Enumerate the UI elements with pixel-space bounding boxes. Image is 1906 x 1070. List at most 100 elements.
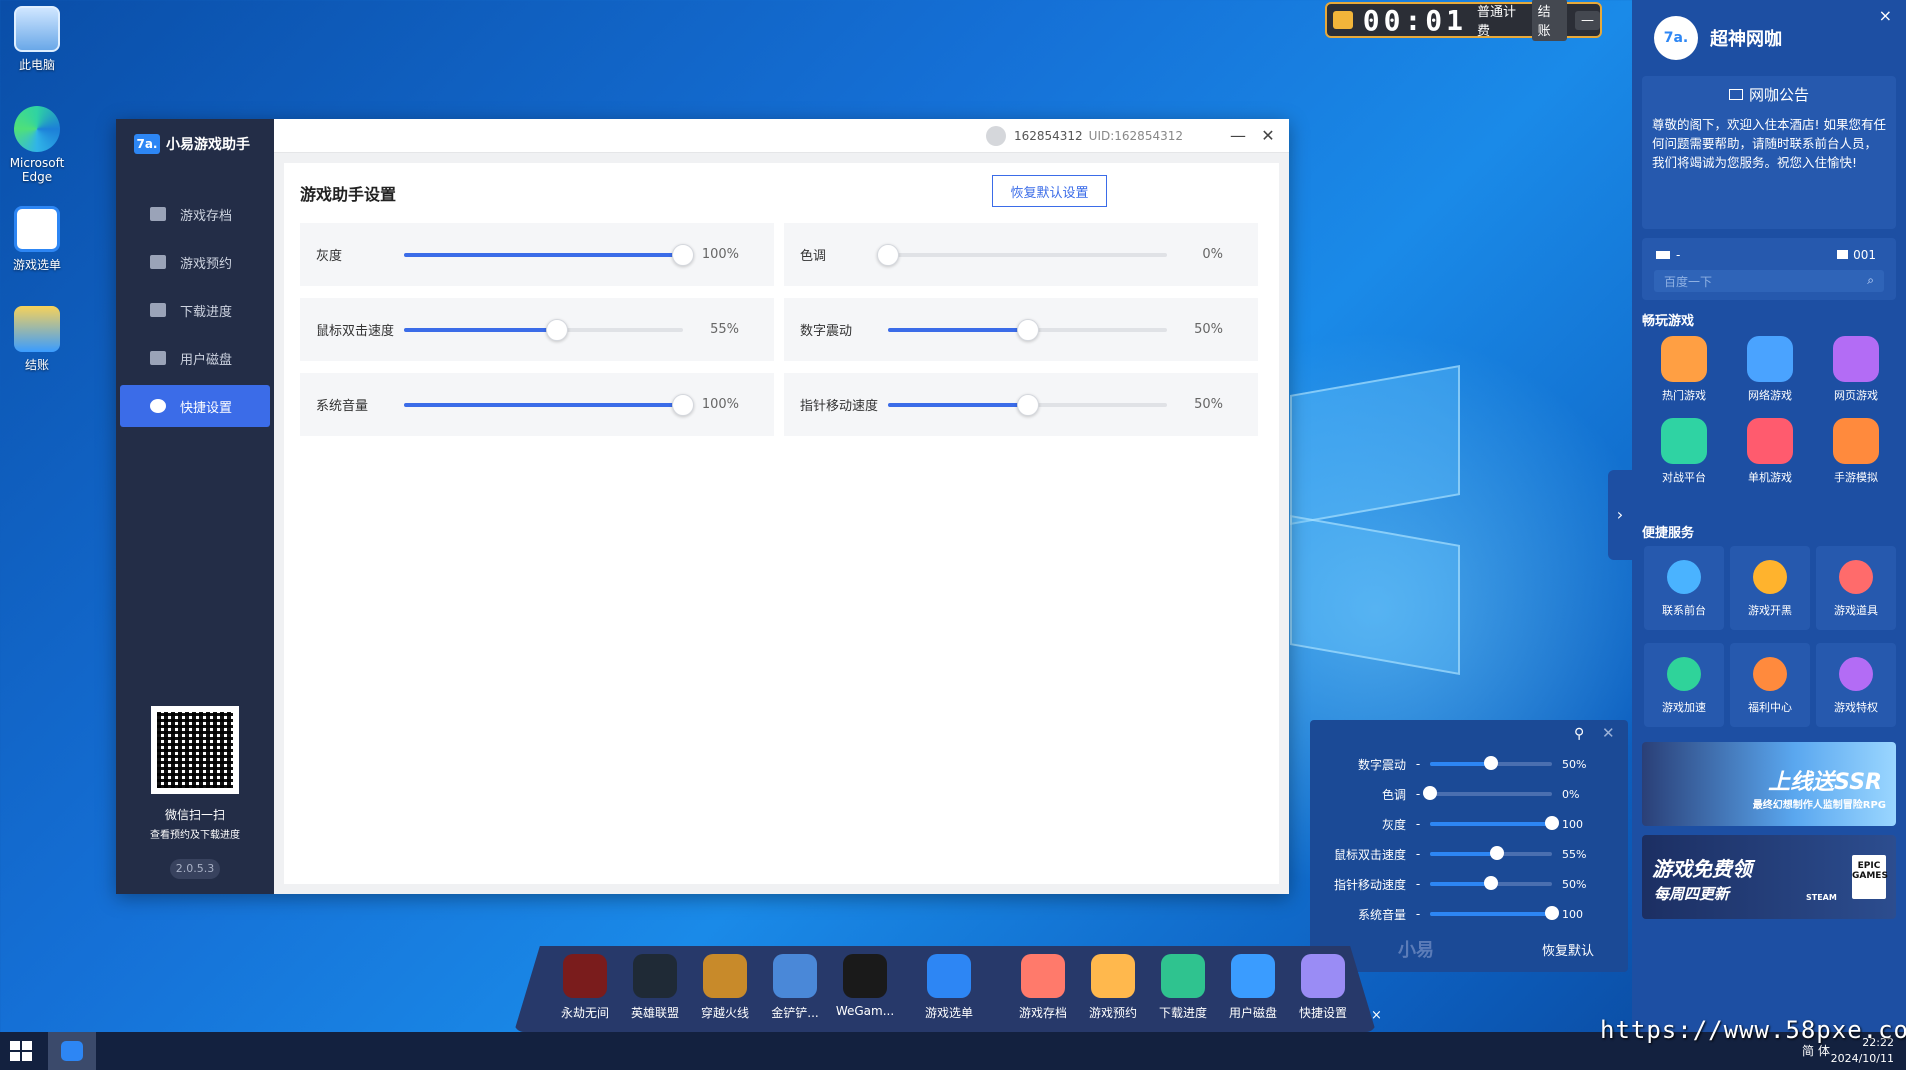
checkout-button[interactable]: 结账 (1531, 0, 1567, 41)
dock-item-game-menu[interactable]: 游戏选单 (914, 954, 984, 1021)
desktop-icon-game-menu[interactable]: 游戏选单 (0, 206, 74, 273)
slider-knob[interactable] (672, 393, 694, 416)
dock-item[interactable]: 游戏预约 (1078, 954, 1148, 1021)
setting-label: 灰度 (316, 249, 343, 264)
game-dock: 永劫无间 英雄联盟 穿越火线 金铲铲... WeGam... 游戏选单 游戏存档… (514, 946, 1376, 1032)
reservation-icon (150, 255, 166, 269)
minimize-button[interactable]: — (1223, 126, 1253, 145)
seat-status: - (1676, 248, 1681, 262)
mini-value: 100 (1562, 817, 1583, 831)
mini-label: 灰度 (1381, 817, 1406, 832)
mini-setting-row: 数字震动 -50% (1310, 750, 1628, 778)
nav-item-game-reservation[interactable]: 游戏预约 (120, 241, 270, 283)
game-category-mobile[interactable]: 手游模拟 (1816, 418, 1896, 485)
mini-close-icon[interactable]: ✕ (1602, 724, 1615, 742)
game-category-single[interactable]: 单机游戏 (1730, 418, 1810, 485)
tray-ime[interactable]: 简体 (1802, 1042, 1834, 1059)
dock-label: 英雄联盟 (630, 1006, 679, 1020)
mini-slider[interactable] (1430, 906, 1559, 920)
online-games-icon (1747, 336, 1793, 382)
mini-slider[interactable] (1430, 816, 1559, 830)
slider-knob[interactable] (672, 243, 694, 266)
dock-item[interactable]: 金铲铲... (760, 954, 830, 1021)
search-placeholder: 百度一下 (1664, 275, 1713, 289)
service-label: 游戏加速 (1662, 701, 1706, 714)
nav-item-download-progress[interactable]: 下载进度 (120, 289, 270, 331)
desktop-icon-edge[interactable]: Microsoft Edge (0, 106, 74, 184)
game-category-label: 热门游戏 (1662, 389, 1706, 402)
dock-item[interactable]: 永劫无间 (550, 954, 620, 1021)
nav-item-game-saves[interactable]: 游戏存档 (120, 193, 270, 235)
game-category-battle[interactable]: 对战平台 (1644, 418, 1724, 485)
panel-close-icon[interactable]: × (1879, 6, 1892, 25)
search-icon[interactable]: ⌕ (1867, 273, 1874, 288)
game-category-web[interactable]: 网页游戏 (1816, 336, 1896, 403)
dock-item[interactable]: 英雄联盟 (620, 954, 690, 1021)
setting-slider[interactable] (404, 393, 694, 416)
mini-slider[interactable] (1430, 756, 1552, 770)
promo-banner-ssr[interactable]: 上线送SSR 最终幻想制作人监制冒险RPG (1642, 742, 1896, 826)
mini-label: 色调 (1381, 787, 1406, 802)
setting-slider[interactable] (888, 318, 1167, 341)
reset-defaults-button[interactable]: 恢复默认设置 (992, 175, 1107, 207)
dock-item[interactable]: 快捷设置 (1288, 954, 1358, 1021)
setting-slider[interactable] (877, 243, 1167, 266)
setting-value: 0% (1202, 247, 1223, 262)
dock-item[interactable]: WeGam... (830, 954, 900, 1018)
mini-reset-button[interactable]: 恢复默认 (1542, 940, 1594, 959)
floating-quick-settings: ⚲ ✕ 数字震动 -50% 色调 -0% 灰度 -100 鼠标双击速度 -55% 指针移… (1310, 720, 1628, 972)
pin-icon[interactable]: ⚲ (1574, 726, 1584, 742)
mini-slider[interactable] (1430, 846, 1552, 860)
league-icon (633, 954, 677, 998)
panel-collapse-tab[interactable]: › (1608, 470, 1632, 560)
nav-item-quick-settings[interactable]: 快捷设置 (120, 385, 270, 427)
timer-minimize-button[interactable]: — (1575, 10, 1600, 30)
desktop-icon-checkout[interactable]: 结账 (0, 306, 74, 373)
checkout-icon (14, 306, 60, 352)
taskbar-app-game-assistant[interactable] (48, 1032, 96, 1070)
cafe-logo: 7a. (1654, 16, 1698, 60)
slider-knob[interactable] (546, 318, 569, 341)
slider-knob[interactable] (1016, 318, 1039, 341)
slider-knob[interactable] (1016, 393, 1039, 416)
mini-value: 100 (1562, 907, 1583, 921)
game-category-online[interactable]: 网络游戏 (1730, 336, 1810, 403)
bed-icon (1656, 251, 1670, 259)
game-category-label: 网络游戏 (1748, 389, 1792, 402)
setting-slider[interactable] (404, 243, 694, 266)
notice-body: 尊敬的阁下，欢迎入住本酒店! 如果您有任何问题需要帮助，请随时联系前台人员，我们… (1652, 117, 1886, 170)
desktop-icon-this-pc[interactable]: 此电脑 (0, 6, 74, 73)
slider-knob[interactable] (877, 243, 899, 266)
search-input[interactable]: 百度一下 ⌕ (1654, 270, 1884, 292)
dock-item[interactable]: 下载进度 (1148, 954, 1218, 1021)
service-label: 游戏开黑 (1748, 604, 1792, 617)
desktop-icon-label: 此电脑 (18, 58, 55, 72)
setting-slider[interactable] (888, 393, 1167, 416)
promo-banner-free-games[interactable]: 游戏免费领 每周四更新 STEAM EPIC GAMES (1642, 835, 1896, 919)
nav-item-user-disk[interactable]: 用户磁盘 (120, 337, 270, 379)
game-assistant-window: 7a. 小易游戏助手 游戏存档 游戏预约 下载进度 用户磁盘 快捷设置 微信扫一… (116, 119, 1289, 894)
bell-icon (1667, 560, 1701, 594)
service-accelerate[interactable]: 游戏加速 (1644, 643, 1724, 727)
service-items[interactable]: 游戏道具 (1816, 546, 1896, 630)
billing-timer: 00:01 普通计费 结账 — (1325, 0, 1602, 41)
qr-caption: 微信扫一扫 (164, 808, 225, 822)
close-button[interactable]: ✕ (1253, 126, 1283, 145)
dock-item[interactable]: 用户磁盘 (1218, 954, 1288, 1021)
dock-close-icon[interactable]: × (1371, 1008, 1382, 1023)
tft-icon (773, 954, 817, 998)
service-privilege[interactable]: 游戏特权 (1816, 643, 1896, 727)
service-front-desk[interactable]: 联系前台 (1644, 546, 1724, 630)
mini-slider[interactable] (1423, 786, 1552, 800)
service-welfare[interactable]: 福利中心 (1730, 643, 1810, 727)
mini-label: 系统音量 (1357, 907, 1406, 922)
games-heading: 畅玩游戏 (1642, 314, 1695, 329)
service-team-up[interactable]: 游戏开黑 (1730, 546, 1810, 630)
mini-slider[interactable] (1430, 876, 1552, 890)
shop-icon (1839, 560, 1873, 594)
dock-item[interactable]: 游戏存档 (1008, 954, 1078, 1021)
setting-slider[interactable] (404, 318, 683, 341)
game-category-hot[interactable]: 热门游戏 (1644, 336, 1724, 403)
dock-item[interactable]: 穿越火线 (690, 954, 760, 1021)
windows-start-icon[interactable] (10, 1041, 32, 1061)
